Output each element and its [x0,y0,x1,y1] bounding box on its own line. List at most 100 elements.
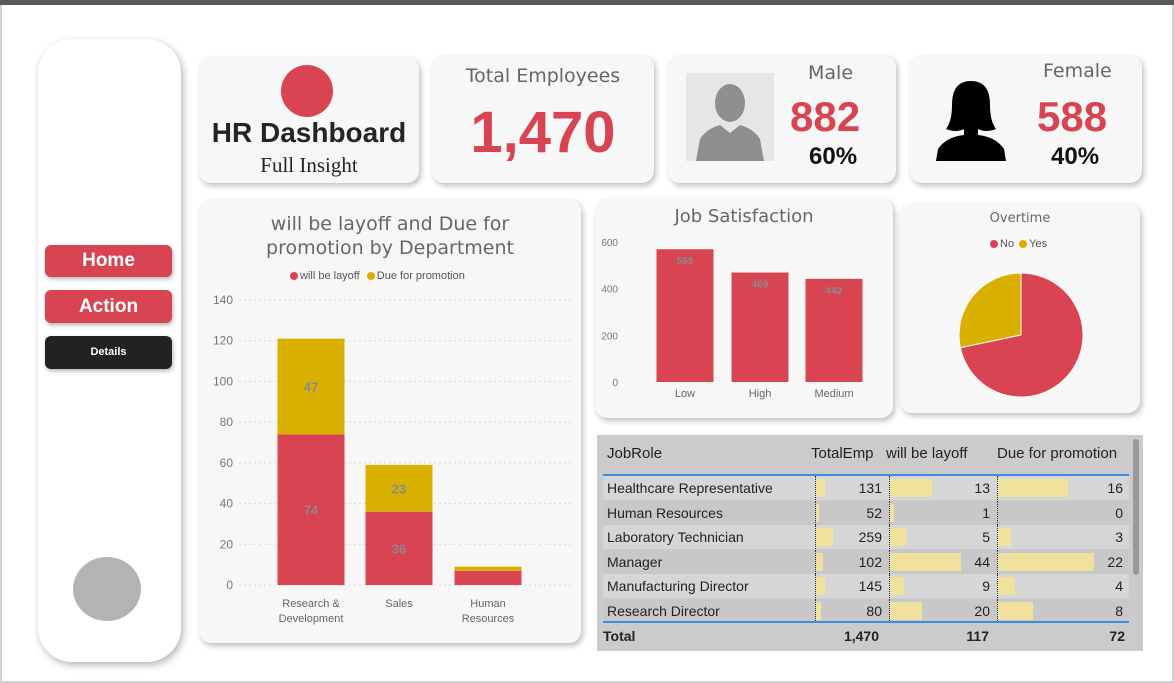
cell-layoff: 1 [982,504,990,521]
dashboard-subtitle: Full Insight [260,153,358,177]
overtime-pie [958,272,1084,398]
cell-jobrole: Laboratory Technician [607,529,744,546]
y-tick-label: 400 [601,285,618,296]
female-card: Female 588 40% [910,55,1142,183]
bar-segment [454,566,522,571]
total-divider [603,621,1129,623]
male-card: Male 882 60% [668,55,896,183]
y-tick-label: 0 [612,378,618,389]
cell-jobrole: Healthcare Representative [607,480,773,496]
cell-promotion: 8 [1115,603,1123,619]
female-label: Female [1043,60,1112,82]
y-tick-label: 200 [601,331,618,342]
y-tick-label: 40 [220,497,234,511]
avatar[interactable] [73,557,141,621]
cell-jobrole: Human Resources [607,504,723,521]
logo-dot-icon [281,65,333,117]
cell-layoff: 44 [974,553,990,570]
title-card: HR Dashboard Full Insight [199,57,419,183]
x-tick-label: Resources [462,613,515,625]
x-tick-label: Development [279,613,344,625]
column-header-totalemp[interactable]: TotalEmp [811,445,874,462]
cell-promotion: 0 [1115,504,1123,521]
x-tick-label: Medium [814,388,853,400]
cell-total: 102 [858,553,882,570]
cell-layoff: 20 [974,603,990,619]
total-employees-card: Total Employees 1,470 [432,55,654,183]
y-tick-label: 100 [213,374,233,388]
data-label: 442 [826,286,843,297]
nav-home-button[interactable]: Home [45,245,172,277]
cell-jobrole: Manager [607,553,663,570]
cell-layoff: 9 [982,578,990,595]
cell-layoff: 5 [982,529,990,546]
table-total-row: Total 1,470 117 72 [603,624,1129,648]
data-label: 74 [304,503,319,518]
column-header-jobrole[interactable]: JobRole [607,445,662,462]
table-row[interactable]: Manager 102 44 22 [603,549,1129,574]
cell-total: 145 [858,578,882,595]
cell-total: 131 [858,480,882,496]
table-row[interactable]: Human Resources 52 1 0 [603,500,1129,525]
x-tick-label: Research & [282,598,340,610]
data-label: 36 [392,541,406,556]
y-tick-label: 20 [220,537,234,551]
y-tick-label: 0 [226,578,233,592]
data-label: 569 [677,256,694,267]
overtime-card: Overtime No Yes [900,203,1140,413]
cell-jobrole: Research Director [607,603,720,619]
female-value: 588 [1037,93,1108,140]
total-totalemp: 1,470 [843,628,879,644]
x-tick-label: Sales [385,598,413,610]
y-tick-label: 600 [601,238,618,249]
table-scrollbar[interactable] [1133,439,1139,575]
dashboard-title: HR Dashboard [211,117,407,148]
column-header-layoff[interactable]: will be layoff [886,445,967,462]
table-row[interactable]: Healthcare Representative 131 13 16 [603,476,1129,500]
cell-layoff: 13 [974,480,990,496]
cell-jobrole: Manufacturing Director [607,578,749,595]
total-layoff: 117 [966,628,989,644]
nav-action-button[interactable]: Action [45,290,172,323]
bar-segment [454,570,522,585]
table-header: JobRole TotalEmp will be layoff Due for … [597,435,1132,473]
y-tick-label: 120 [213,334,233,348]
x-tick-label: Low [675,388,695,400]
y-tick-label: 60 [220,456,234,470]
total-employees-label: Total Employees [465,65,621,87]
department-chart-plot: 140 120 100 80 60 40 20 0 74 47 Research & Developm… [213,293,571,625]
total-promotion: 72 [1109,628,1125,644]
jobrole-table: JobRole TotalEmp will be layoff Due for … [597,435,1143,651]
y-tick-label: 140 [213,293,233,307]
female-silhouette-icon [932,77,1010,161]
data-label: 469 [752,280,769,291]
data-label: 47 [304,380,318,395]
department-chart-card: will be layoff and Due for promotion by … [199,199,581,643]
bar [656,249,714,382]
total-employees-value: 1,470 [470,100,616,165]
cell-promotion: 22 [1107,553,1123,570]
male-silhouette-icon [686,73,774,161]
x-tick-label: High [749,388,772,400]
cell-total: 52 [866,504,882,521]
x-tick-label: Human [470,598,505,610]
cell-total: 80 [866,603,882,619]
data-label: 23 [392,481,406,496]
cell-promotion: 4 [1115,578,1123,595]
cell-total: 259 [858,529,882,546]
male-percent: 60% [809,143,858,170]
job-satisfaction-card: Job Satisfaction 600 400 200 0 569 Low 469 High… [595,198,893,418]
y-tick-label: 80 [220,415,234,429]
nav-details-button[interactable]: Details [45,336,172,369]
male-value: 882 [790,93,861,140]
sidebar: Home Action Details [38,39,181,662]
female-percent: 40% [1051,143,1100,170]
cell-promotion: 16 [1107,480,1123,496]
cell-promotion: 3 [1115,529,1123,546]
table-row[interactable]: Research Director 80 20 8 [603,599,1129,623]
total-label: Total [603,628,636,644]
job-satisfaction-plot: 600 400 200 0 569 Low 469 High 442 Medium [601,238,863,400]
column-header-promotion[interactable]: Due for promotion [997,445,1117,462]
table-row[interactable]: Laboratory Technician 259 5 3 [603,525,1129,550]
table-row[interactable]: Manufacturing Director 145 9 4 [603,574,1129,599]
